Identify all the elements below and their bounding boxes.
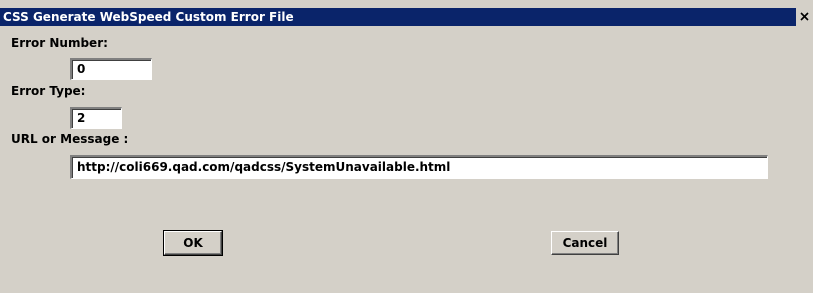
close-icon — [800, 12, 809, 21]
close-button[interactable] — [796, 8, 813, 26]
error-number-field[interactable]: 0 — [70, 58, 152, 80]
error-type-label: Error Type: — [11, 84, 86, 98]
ok-button[interactable]: OK — [163, 230, 223, 256]
url-message-label: URL or Message : — [11, 132, 129, 146]
error-number-label: Error Number: — [11, 36, 108, 50]
url-message-field[interactable]: http://coli669.qad.com/qadcss/SystemUnav… — [70, 155, 768, 179]
error-type-field[interactable]: 2 — [70, 107, 122, 129]
window-title: CSS Generate WebSpeed Custom Error File — [3, 10, 294, 24]
dialog-window: CSS Generate WebSpeed Custom Error File … — [0, 0, 813, 294]
title-bar[interactable]: CSS Generate WebSpeed Custom Error File — [0, 8, 813, 26]
cancel-button[interactable]: Cancel — [551, 231, 619, 255]
